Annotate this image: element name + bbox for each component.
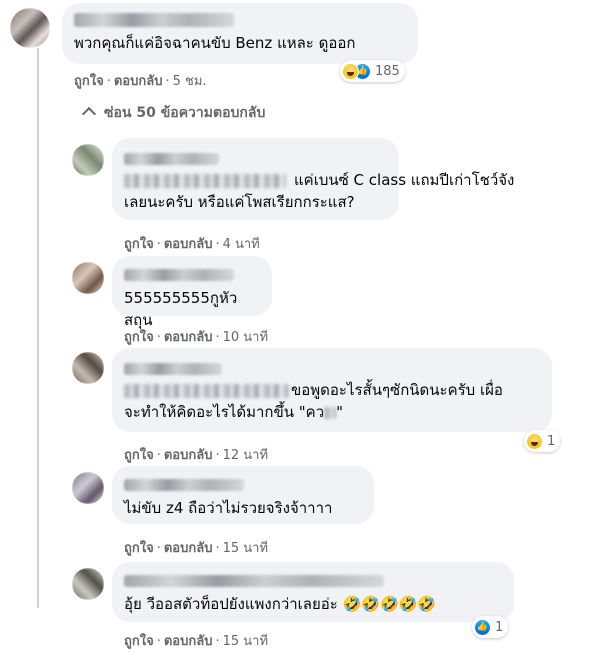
reaction-summary[interactable]: 1 [524,430,561,452]
separator: · [215,448,220,463]
separator: · [215,634,220,649]
reply-text: ขอพูดอะไรสั้นๆซักนิดนะครับ เผื่อ [291,381,503,399]
reply-button[interactable]: ตอบกลับ [164,237,213,252]
commenter-name[interactable] [124,358,540,377]
hide-replies-label: ซ่อน 50 ข้อความตอบกลับ [104,105,266,121]
timestamp[interactable]: 12 นาที [223,448,268,463]
reply-actions: ถูกใจ · ตอบกลับ · 10 นาที [124,326,268,347]
like-reaction-icon: 👍 [474,618,491,636]
reply-text: แค่เบนซ์ C class แถมปีเก่าโชว์จัง [294,171,515,189]
like-button[interactable]: ถูกใจ [124,541,154,556]
reply-text: ไม่ขับ z4 ถือว่าไม่รวยจริงจ้าาาา [124,499,333,517]
timestamp[interactable]: 15 นาที [223,634,268,649]
reaction-count: 1 [547,433,556,449]
reply-text-line-2: เลยนะครับ หรือแค่โพสเรียกกระแส? [124,193,355,211]
rofl-emoji-icons: 🤣🤣🤣🤣🤣 [342,595,437,613]
haha-reaction-icon [342,62,359,80]
reply-actions: ถูกใจ · ตอบกลับ · 15 นาที [124,630,268,651]
reaction-count: 1 [495,619,504,635]
timestamp[interactable]: 10 นาที [223,330,268,345]
reaction-summary[interactable]: 👍 185 [340,60,405,82]
avatar[interactable] [72,472,104,504]
commenter-name[interactable] [124,570,502,589]
separator: · [215,237,220,252]
reply-bubble: ขอพูดอะไรสั้นๆซักนิดนะครับ เผื่อ จะทำให้… [112,348,552,432]
redacted-text [124,383,289,398]
reply-button[interactable]: ตอบกลับ [164,330,213,345]
reply-bubble: อุ้ย วีออสตัวท็อปยังแพงกว่าเลยอ่ะ 🤣🤣🤣🤣🤣 [112,562,514,622]
reaction-summary[interactable]: 👍 1 [472,616,509,638]
comment-bubble: พวกคุณก็แค่อิจฉาคนขับ Benz แหละ ดูออก [62,3,418,64]
like-button[interactable]: ถูกใจ [124,448,154,463]
separator: · [215,541,220,556]
redacted-text [124,173,286,188]
avatar[interactable] [72,568,104,600]
reply-button[interactable]: ตอบกลับ [164,448,213,463]
separator: · [156,330,161,345]
separator: · [106,74,111,89]
timestamp[interactable]: 4 นาที [223,237,260,252]
reply-bubble: ไม่ขับ z4 ถือว่าไม่รวยจริงจ้าาาา [112,466,374,524]
reply-text: " [336,403,344,421]
reply-bubble: 555555555กูหัว สถุน [112,256,272,329]
commenter-name[interactable] [124,474,362,493]
commenter-name[interactable] [74,9,406,28]
like-button[interactable]: ถูกใจ [124,330,154,345]
comment-text: พวกคุณก็แค่อิจฉาคนขับ Benz แหละ ดูออก [74,34,356,52]
reply-actions: ถูกใจ · ตอบกลับ · 4 นาที [124,233,260,254]
reply-text: อุ้ย วีออสตัวท็อปยังแพงกว่าเลยอ่ะ [124,595,338,613]
reaction-count: 185 [375,63,400,79]
reply-actions: ถูกใจ · ตอบกลับ · 15 นาที [124,537,268,558]
reply-text-line-1: ขอพูดอะไรสั้นๆซักนิดนะครับ เผื่อ [124,379,540,401]
reply-text: 555555555กูหัว สถุน [124,289,238,329]
avatar[interactable] [72,144,104,176]
timestamp[interactable]: 5 ชม. [173,74,207,89]
reply-text-line-1: แค่เบนซ์ C class แถมปีเก่าโชว์จัง [124,169,514,191]
comment-actions: ถูกใจ · ตอบกลับ · 5 ชม. [74,70,207,91]
separator: · [165,74,170,89]
timestamp[interactable]: 15 นาที [223,541,268,556]
separator: · [215,330,220,345]
separator: · [156,448,161,463]
reply-text-line-2: จะทำให้คิดอะไรได้มากขึ้น "คว " [124,401,540,423]
separator: · [156,634,161,649]
reply-actions: ถูกใจ · ตอบกลับ · 12 นาที [124,444,268,465]
redacted-text [324,406,337,419]
separator: · [156,237,161,252]
hide-replies-button[interactable]: ซ่อน 50 ข้อความตอบกลับ [80,102,265,124]
reply-text-line-1: อุ้ย วีออสตัวท็อปยังแพงกว่าเลยอ่ะ 🤣🤣🤣🤣🤣 [124,593,502,615]
reply-button[interactable]: ตอบกลับ [164,541,213,556]
avatar[interactable] [72,352,104,384]
like-button[interactable]: ถูกใจ [124,237,154,252]
like-button[interactable]: ถูกใจ [74,74,104,89]
commenter-name[interactable] [124,148,387,167]
thread-line [37,48,39,608]
reply-text: จะทำให้คิดอะไรได้มากขึ้น "คว [124,403,325,421]
chevron-up-icon [81,106,97,122]
avatar[interactable] [72,262,104,294]
reply-button[interactable]: ตอบกลับ [164,634,213,649]
like-button[interactable]: ถูกใจ [124,634,154,649]
avatar[interactable] [10,8,50,48]
reply-button[interactable]: ตอบกลับ [114,74,163,89]
commenter-name[interactable] [124,264,260,283]
haha-reaction-icon [526,432,543,450]
separator: · [156,541,161,556]
reply-bubble: แค่เบนซ์ C class แถมปีเก่าโชว์จัง เลยนะค… [112,138,514,220]
